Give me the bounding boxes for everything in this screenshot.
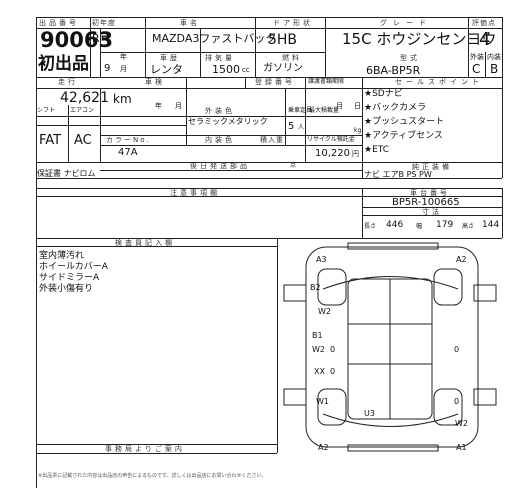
reg-year: 5 [100,32,111,51]
ac: AC [74,133,92,148]
recycle-fee: 10,220 [315,148,350,159]
sales-point-5: ★ETC [364,145,390,155]
width-label: 幅 [416,223,423,230]
mark-bottom-left: A2 [318,443,329,452]
footer-note: ※出品票に記載された内容は出品店の申告によるものです。詳しくは出品店にお問い合わ… [38,473,267,479]
max-load-label: 最大積載量 [309,107,340,114]
month-unit: 月 [120,65,127,73]
recycle-day: 日 [354,102,361,110]
interior-grade: B [490,62,499,76]
sales-point-4: ★アクティブセンス [364,131,443,141]
inspector-label: 検査員記入欄 [115,239,175,247]
body-type: 5HB [268,32,298,48]
plate-label: 登録番号 [255,78,295,86]
first-listing-badge: 初出品 [38,54,89,74]
sales-point-1: ★SDナビ [364,89,403,99]
displacement: 1500 [212,63,240,76]
inspector-note-2: ホイールカバーA [39,262,108,272]
fuel-label: 燃料 [282,54,302,62]
inspector-note-3: サイドミラーA [39,273,100,283]
ext-color-label: 外装色 [205,107,235,115]
mileage-label: 走行 [58,78,78,86]
score-label: 評価点 [472,19,496,27]
mark-trunk: W1 [316,397,329,406]
sales-points-label: セールスポイント [395,78,483,86]
grade-label: グレード [380,19,432,27]
length: 446 [386,220,404,230]
model-name-label: 車名 [180,19,200,27]
first-reg-label: 初年度 [92,19,116,27]
recycle-date-label: 譲渡書類期限 [308,78,345,85]
shift: FAT [39,133,62,148]
equipment: ナビ エアB PS PW [364,170,432,179]
later-parts-mark: 点 [290,162,297,169]
fuel: ガソリン [263,63,303,74]
dims-label: 寸法 [422,208,442,216]
inspector-note-4: 外装小傷有り [39,284,94,294]
int-color-label: 内装色 [205,136,235,144]
frame-number: BP5R-100665 [392,197,460,208]
mark-rear-right: W2 [455,419,468,428]
sales-point-3: ★プッシュスタート [364,117,445,127]
mark-roof-w: W2 [312,345,325,354]
ext-color: セラミックメタリック [188,117,268,126]
height: 144 [482,220,500,230]
width: 179 [436,220,454,230]
color-no: 47A [118,147,138,158]
grade: 15C ホウジンセンヨウ [342,30,497,48]
recycle-fee-label: リサイクル預託金 [307,136,355,143]
load-unit: kg [354,127,362,134]
displacement-label: 排気量 [205,54,235,62]
inspection-label: 車検 [145,78,165,86]
usage: レンタ [150,63,183,76]
height-label: 高さ [462,223,475,230]
score: 4 [479,29,491,50]
reg-month: 9 [104,63,111,74]
color-no-label: カラーNo. [106,136,151,144]
model-code-label: 型式 [400,54,420,62]
recycle-fee-unit: 円 [352,150,359,158]
displacement-unit: cc [242,66,250,74]
exterior-grade: C [472,62,481,76]
zero-2: 0 [454,345,460,354]
notes-label: 注意事項欄 [170,189,220,197]
lot-no-label: 出品番号 [39,19,79,27]
mark-hood: B2 [310,283,321,292]
body-label: ドア形状 [273,19,313,27]
mark-front-right: A2 [456,255,467,264]
reg-era: R [92,32,100,45]
mark-windshield: W2 [318,307,331,316]
zero-4: 0 [454,397,460,406]
mark-bottom-right: A1 [456,443,467,452]
ac-label: エアコン [70,107,95,114]
inspection-year: 年 [155,102,162,110]
shift-label: シフト [37,107,56,114]
mileage-unit: km [113,92,132,106]
usage-label: 車歴 [160,54,180,62]
inspection-month: 月 [175,102,182,110]
later-parts-label: 後日発送部品 [190,162,250,170]
frame-label: 車台番号 [410,189,450,197]
length-label: 長さ [364,223,377,230]
mark-roof: B1 [312,331,323,340]
office-label: 事務局よりご案内 [105,445,185,453]
cargo-label: 積入重 [260,136,284,144]
mileage: 42,621 [60,90,109,106]
model-code: 6BA-BP5R [366,64,421,77]
year-unit: 年 [120,53,127,61]
inspector-note-1: 室内薄汚れ [39,251,85,261]
zero-3: 0 [330,367,336,376]
docs: 保証書 ナビロム [37,169,96,178]
zero-1: 0 [330,345,336,354]
mark-front-left: A3 [316,255,327,264]
seats: 5 [288,121,295,132]
mark-rear-bumper: U3 [364,409,375,418]
sales-point-2: ★バックカメラ [364,103,427,113]
mark-rear-glass: XX [314,367,325,376]
exterior-label: 外装 [470,53,484,61]
seats-unit: 人 [298,124,305,131]
interior-label: 内装 [487,53,501,61]
model-name: MAZDA3ファストバック [152,32,277,45]
